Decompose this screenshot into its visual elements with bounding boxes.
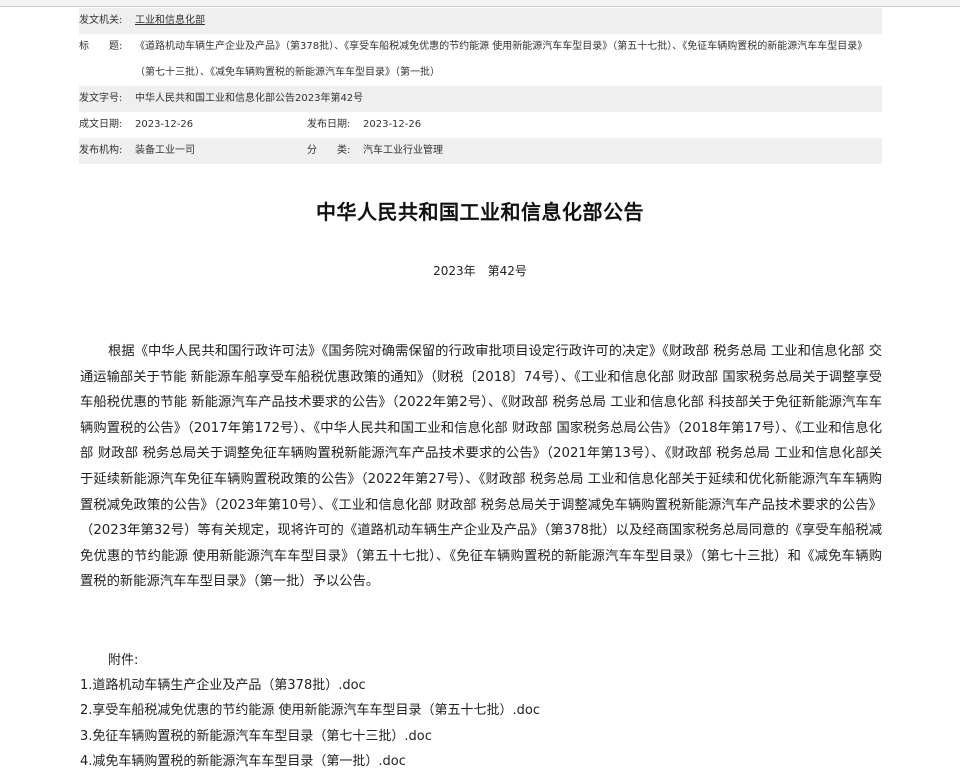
attachment-item[interactable]: 1.道路机动车辆生产企业及产品（第378批）.doc [80, 673, 540, 698]
title-row: 标 题: 《道路机动车辆生产企业及产品》（第378批）、《享受车船税减免优惠的节… [79, 34, 882, 86]
attachments-label: 附件: [108, 653, 139, 668]
issuer-row: 发文机关: 工业和信息化部 [79, 8, 882, 34]
attachments-list: 1.道路机动车辆生产企业及产品（第378批）.doc 2.享受车船税减免优惠的节… [80, 673, 540, 775]
written-date-label: 成文日期: [79, 119, 123, 130]
dates-row: 成文日期: 2023-12-26 发布日期: 2023-12-26 [79, 112, 882, 138]
attachment-link-2[interactable]: 2.享受车船税减免优惠的节约能源 使用新能源汽车车型目录（第五十七批）.doc [80, 703, 540, 718]
docno-value: 中华人民共和国工业和信息化部公告2023年第42号 [135, 93, 364, 104]
attachment-link-3[interactable]: 3.免征车辆购置税的新能源汽车车型目录（第七十三批）.doc [80, 729, 432, 744]
issuer-link[interactable]: 工业和信息化部 [135, 8, 205, 34]
docno-label: 发文字号: [79, 93, 123, 104]
title-label: 标 题: [79, 41, 123, 52]
title-value: 《道路机动车辆生产企业及产品》（第378批）、《享受车船税减免优惠的节约能源 使… [135, 41, 868, 78]
metadata-table: 发文机关: 工业和信息化部 标 题: 《道路机动车辆生产企业及产品》（第378批… [79, 8, 882, 164]
org-label: 发布机构: [79, 145, 123, 156]
published-date-value: 2023-12-26 [363, 119, 422, 130]
org-row: 发布机构: 装备工业一司 分 类: 汽车工业行业管理 [79, 138, 882, 164]
attachment-link-1[interactable]: 1.道路机动车辆生产企业及产品（第378批）.doc [80, 678, 366, 693]
org-value: 装备工业一司 [135, 145, 195, 156]
category-value: 汽车工业行业管理 [363, 145, 443, 156]
attachment-item[interactable]: 2.享受车船税减免优惠的节约能源 使用新能源汽车车型目录（第五十七批）.doc [80, 698, 540, 723]
attachment-item[interactable]: 4.减免车辆购置税的新能源汽车车型目录（第一批）.doc [80, 749, 540, 774]
document-number: 2023年 第42号 [433, 264, 527, 278]
published-date-label: 发布日期: [307, 119, 351, 130]
attachment-item[interactable]: 3.免征车辆购置税的新能源汽车车型目录（第七十三批）.doc [80, 724, 540, 749]
written-date-value: 2023-12-26 [135, 119, 194, 130]
body-paragraph: 根据《中华人民共和国行政许可法》《国务院对确需保留的行政审批项目设定行政许可的决… [80, 344, 882, 590]
document-title: 中华人民共和国工业和信息化部公告 [316, 200, 644, 224]
top-border [0, 0, 960, 7]
issuer-label: 发文机关: [79, 15, 123, 26]
category-label: 分 类: [307, 145, 351, 156]
docno-row: 发文字号: 中华人民共和国工业和信息化部公告2023年第42号 [79, 86, 882, 112]
attachment-link-4[interactable]: 4.减免车辆购置税的新能源汽车车型目录（第一批）.doc [80, 754, 406, 769]
